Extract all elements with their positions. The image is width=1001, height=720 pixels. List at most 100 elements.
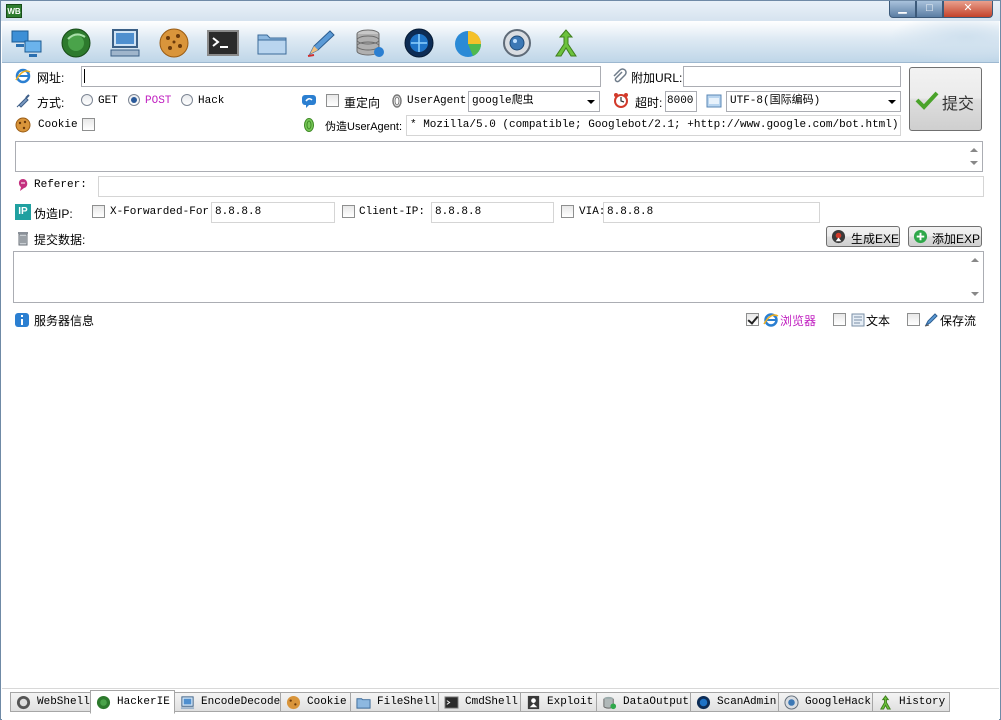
folder-icon[interactable]	[255, 27, 289, 59]
tab-label: HackerIE	[117, 696, 170, 708]
toolbar	[2, 21, 999, 63]
referer-icon	[18, 179, 28, 191]
tab-label: Exploit	[547, 696, 594, 708]
tab-exploit[interactable]: Exploit	[520, 692, 599, 712]
useragent-select[interactable]: google爬虫	[468, 91, 600, 112]
text-cursor	[84, 69, 85, 83]
fingerprint-icon	[392, 94, 402, 108]
url-label: 网址:	[37, 71, 65, 85]
ie-small-icon	[763, 313, 779, 327]
pen-icon[interactable]	[304, 27, 338, 59]
history-tab-icon	[880, 695, 891, 710]
encoding-value: UTF-8(国际编码)	[730, 95, 821, 107]
exe-icon	[831, 229, 846, 244]
add-icon	[913, 229, 928, 244]
radio-hack[interactable]	[181, 94, 193, 106]
browser-checkbox[interactable]	[746, 313, 759, 326]
cookie-label: Cookie	[38, 119, 78, 131]
tab-scanadmin[interactable]: ScanAdmin	[690, 692, 782, 712]
tab-label: DataOutput	[623, 696, 690, 708]
tab-googlehack[interactable]: GoogleHack	[778, 692, 877, 712]
method-get-label: GET	[98, 95, 118, 107]
terminal-icon[interactable]	[206, 27, 240, 59]
tab-label: FileShell	[377, 696, 437, 708]
minimize-button[interactable]: ▁	[889, 1, 916, 18]
tab-label: ScanAdmin	[717, 696, 777, 708]
extra-url-input[interactable]	[683, 66, 901, 87]
client-ip-checkbox[interactable]	[342, 205, 355, 218]
chevron-down-icon	[587, 100, 595, 104]
history-icon[interactable]	[549, 27, 583, 59]
webshell-icon	[16, 695, 31, 710]
header-scrollbar[interactable]	[965, 142, 982, 171]
post-data-textarea[interactable]	[13, 251, 984, 303]
client-ip-input[interactable]: 8.8.8.8	[431, 202, 554, 223]
database-icon[interactable]	[353, 27, 387, 59]
computer-icon[interactable]	[108, 27, 142, 59]
exploit-icon	[527, 695, 540, 710]
scan-icon[interactable]	[500, 27, 534, 59]
tab-label: Cookie	[307, 696, 347, 708]
scanadmin-icon	[696, 695, 711, 710]
cookie-icon[interactable]	[157, 27, 191, 59]
browser-icon[interactable]	[59, 27, 93, 59]
redirect-label: 重定向	[344, 96, 381, 110]
via-checkbox[interactable]	[561, 205, 574, 218]
toolbar-decoration	[889, 21, 999, 62]
via-input[interactable]: 8.8.8.8	[603, 202, 820, 223]
header-textarea[interactable]	[15, 141, 983, 172]
paperclip-icon	[613, 68, 627, 83]
ie-icon	[15, 68, 31, 84]
tab-history[interactable]: History	[872, 692, 951, 712]
method-label: 方式:	[37, 96, 65, 110]
ip-icon: IP	[15, 204, 31, 220]
green-fingerprint-icon	[304, 118, 314, 132]
globe-icon[interactable]	[402, 27, 436, 59]
url-input[interactable]	[81, 66, 601, 87]
cookie-checkbox[interactable]	[82, 118, 95, 131]
network-icon[interactable]	[10, 27, 44, 59]
add-exp-button[interactable]: 添加EXP	[908, 226, 982, 247]
close-button[interactable]: ✕	[943, 1, 993, 18]
text-icon	[851, 313, 865, 327]
tab-dataoutput[interactable]: DataOutput	[596, 692, 695, 712]
method-post-label: POST	[145, 95, 172, 107]
encodedecode-icon	[180, 696, 195, 710]
googlehack-icon	[784, 695, 799, 710]
pie-chart-icon[interactable]	[451, 27, 485, 59]
radio-get[interactable]	[81, 94, 93, 106]
generate-exe-button[interactable]: 生成EXE	[826, 226, 900, 247]
info-icon	[15, 313, 29, 327]
tab-encodedecode[interactable]: EncodeDecode	[174, 692, 286, 712]
encoding-select[interactable]: UTF-8(国际编码)	[726, 91, 901, 112]
tab-fileshell[interactable]: FileShell	[350, 692, 442, 712]
syringe-icon	[16, 94, 30, 108]
redirect-checkbox[interactable]	[326, 94, 339, 107]
useragent-value: google爬虫	[472, 95, 534, 107]
text-checkbox[interactable]	[833, 313, 846, 326]
tab-label: CmdShell	[465, 696, 518, 708]
timeout-input[interactable]: 8000	[665, 91, 697, 112]
tab-cookie[interactable]: Cookie	[280, 692, 352, 712]
post-data-scrollbar[interactable]	[966, 252, 983, 302]
xff-checkbox[interactable]	[92, 205, 105, 218]
useragent-label: UserAgent:	[407, 95, 474, 107]
extra-url-label: 附加URL:	[631, 71, 683, 85]
tab-bar: WebShell HackerIE EncodeDecode Cookie Fi…	[2, 688, 999, 720]
tab-hackerie[interactable]: HackerIE	[90, 690, 175, 714]
maximize-button[interactable]: □	[916, 1, 943, 18]
tab-webshell[interactable]: WebShell	[10, 692, 95, 712]
xff-input[interactable]: 8.8.8.8	[211, 202, 335, 223]
checkmark-icon	[915, 91, 939, 110]
radio-post[interactable]	[128, 94, 140, 106]
xff-label: X-Forwarded-For:	[110, 206, 216, 218]
save-stream-checkbox[interactable]	[907, 313, 920, 326]
tab-cmdshell[interactable]: CmdShell	[438, 692, 523, 712]
referer-input[interactable]	[98, 176, 984, 197]
text-label: 文本	[866, 314, 891, 328]
cookie-small-icon	[15, 117, 31, 133]
save-stream-label: 保存流	[940, 314, 977, 328]
submit-button[interactable]: 提交	[909, 67, 982, 131]
fake-ua-input[interactable]: * Mozilla/5.0 (compatible; Googlebot/2.1…	[406, 115, 901, 136]
fileshell-icon	[356, 698, 371, 709]
